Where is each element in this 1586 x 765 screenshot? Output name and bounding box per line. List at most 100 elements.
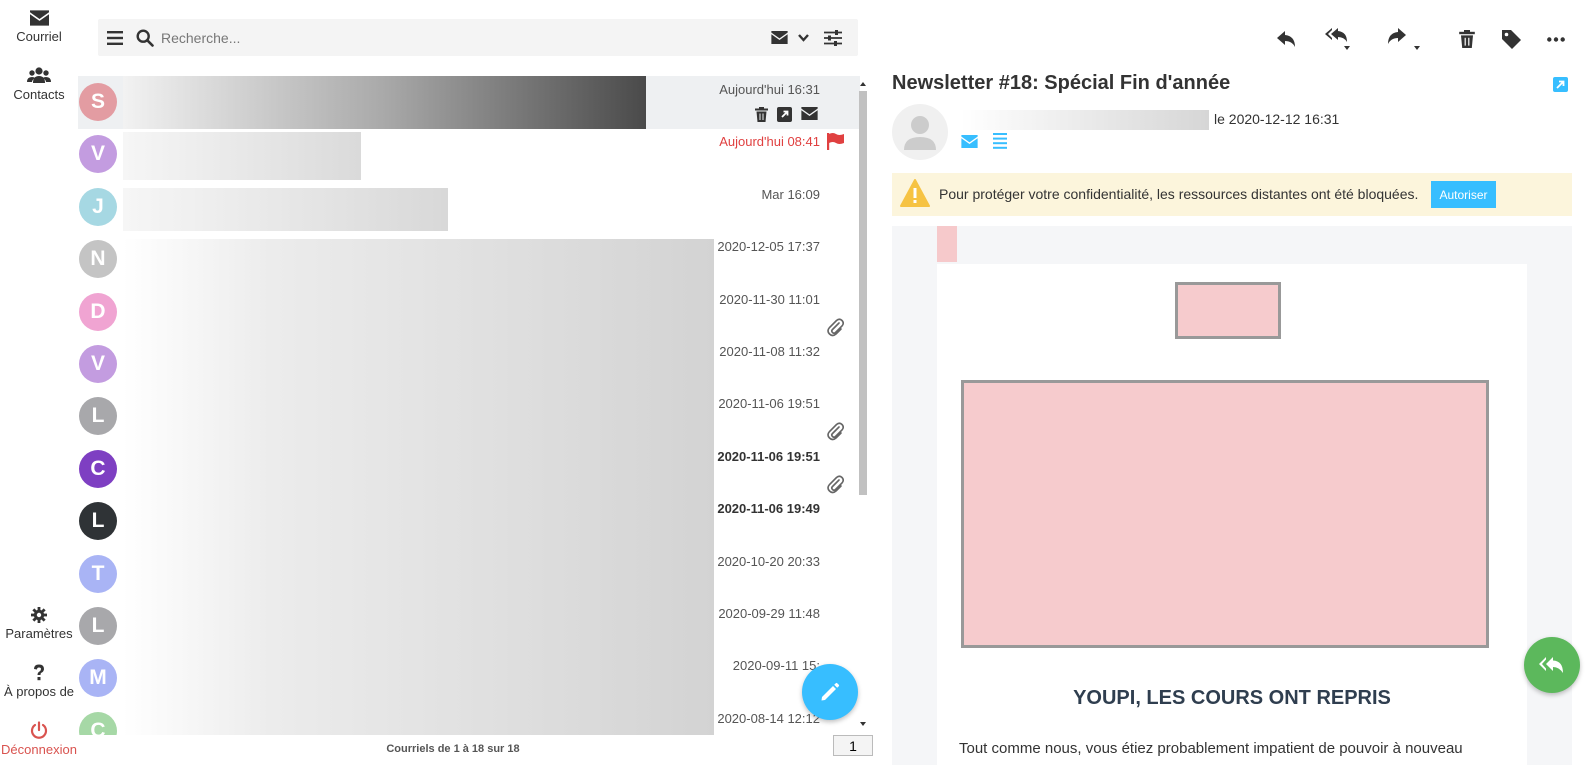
reply-fab[interactable] [1524, 637, 1580, 693]
message-date: 2020-12-05 17:37 [717, 239, 820, 255]
message-date: 2020-08-14 12:12 [717, 710, 820, 726]
nav-logout[interactable]: Déconnexion [0, 721, 78, 757]
tag-button[interactable] [1502, 26, 1521, 52]
row-actions [755, 107, 818, 122]
message-preview: Newsletter #18: Spécial Fin d'année le 2… [892, 0, 1586, 765]
envelope-icon[interactable] [961, 135, 978, 153]
message-date: le 2020-12-12 16:31 [1214, 111, 1340, 127]
avatar: J [79, 187, 117, 226]
message-body: YOUPI, LES COURS ONT REPRIS Tout comme n… [892, 226, 1572, 765]
message-subject: Newsletter #18: Spécial Fin d'année [892, 72, 1231, 94]
message-date: 2020-11-06 19:49 [717, 501, 820, 517]
paperclip-icon [827, 475, 844, 494]
reply-button[interactable] [1277, 26, 1297, 52]
flag-icon[interactable] [827, 133, 844, 151]
redacted-region [123, 132, 361, 180]
warning-icon [900, 179, 930, 212]
more-icon [1547, 36, 1565, 42]
message-date: 2020-11-06 19:51 [717, 448, 820, 464]
blocked-image-placeholder [961, 380, 1489, 648]
message-date: Aujourd'hui 08:41 [719, 134, 820, 150]
trash-icon [1459, 30, 1475, 48]
trash-icon[interactable] [755, 107, 768, 122]
message-date: Aujourd'hui 16:31 [719, 82, 820, 97]
message-date: 2020-09-29 11:48 [718, 606, 820, 621]
nav-mail-label: Courriel [16, 29, 62, 44]
list-footer: Courriels de 1 à 18 sur 18 [78, 735, 873, 765]
list-scrollbar[interactable] [858, 80, 868, 731]
message-date: Mar 16:09 [761, 186, 820, 202]
message-count: Courriels de 1 à 18 sur 18 [386, 743, 520, 755]
tag-icon [1502, 29, 1521, 49]
message-date: 2020-11-08 11:32 [719, 344, 820, 359]
more-button[interactable] [1547, 26, 1565, 52]
question-icon [34, 664, 44, 681]
avatar: C [79, 711, 117, 735]
nav-mail[interactable]: Courriel [0, 10, 78, 44]
forward-icon [1388, 28, 1420, 50]
paperclip-icon [827, 318, 844, 336]
delete-button[interactable] [1459, 26, 1475, 52]
nav-about-label: À propos de [3, 684, 75, 699]
reply-all-icon [1539, 657, 1563, 673]
mail-app: Courriel Contacts Paramètres À propos de… [0, 0, 1586, 765]
pencil-icon [821, 682, 840, 701]
avatar: D [79, 292, 117, 331]
avatar: T [79, 554, 117, 593]
avatar: V [79, 345, 117, 383]
remote-content-warning: Pour protéger votre confidentialité, les… [892, 173, 1572, 216]
search-icon[interactable] [134, 19, 156, 56]
message-date: 2020-09-11 15: [732, 658, 820, 674]
reply-all-button[interactable] [1325, 26, 1351, 52]
page-number-input[interactable] [833, 735, 873, 756]
avatar: V [79, 135, 117, 174]
avatar: S [79, 83, 117, 121]
newsletter-body-text: Tout comme nous, vous étiez probablement… [959, 740, 1463, 757]
main-nav: Courriel Contacts Paramètres À propos de… [0, 0, 78, 765]
avatar: M [79, 659, 117, 698]
avatar: L [79, 502, 117, 541]
avatar: L [79, 397, 117, 436]
avatar: N [79, 240, 117, 279]
nav-settings[interactable]: Paramètres [0, 607, 78, 641]
search-bar [98, 19, 858, 56]
blocked-image-placeholder [1175, 282, 1281, 339]
search-input[interactable] [161, 19, 721, 56]
envelope-filter-icon[interactable] [768, 19, 790, 56]
paperclip-icon [827, 422, 844, 441]
users-icon [27, 67, 51, 83]
reply-icon [1277, 31, 1295, 47]
avatar: L [79, 607, 117, 645]
reply-all-icon [1325, 28, 1350, 50]
redacted-region [123, 188, 448, 231]
redacted-region [123, 239, 714, 735]
avatar: C [79, 449, 117, 488]
message-date: 2020-11-06 19:51 [718, 396, 820, 412]
nav-logout-label: Déconnexion [1, 742, 77, 757]
redacted-region [123, 76, 646, 129]
gear-icon [31, 607, 47, 623]
newsletter-headline: YOUPI, LES COURS ONT REPRIS [1073, 687, 1391, 709]
message-date: 2020-11-30 11:01 [719, 291, 820, 307]
open-in-window-icon[interactable] [1553, 77, 1568, 97]
nav-contacts[interactable]: Contacts [0, 67, 78, 102]
nav-about[interactable]: À propos de [0, 664, 78, 699]
redacted-sender [961, 110, 1209, 130]
blocked-image-placeholder [937, 226, 957, 262]
filter-options-icon[interactable] [822, 19, 844, 56]
chevron-down-icon[interactable] [795, 19, 811, 56]
compose-button[interactable] [802, 664, 858, 720]
sender-avatar [892, 104, 948, 160]
envelope-icon[interactable] [801, 107, 818, 120]
envelope-icon [29, 10, 49, 26]
headers-list-icon[interactable] [993, 133, 1007, 154]
nav-contacts-label: Contacts [13, 87, 65, 102]
warning-text: Pour protéger votre confidentialité, les… [939, 186, 1419, 202]
newsletter-content: YOUPI, LES COURS ONT REPRIS Tout comme n… [937, 264, 1527, 765]
nav-settings-label: Paramètres [5, 626, 73, 641]
message-date: 2020-10-20 20:33 [717, 553, 820, 569]
forward-button[interactable] [1386, 26, 1422, 52]
open-external-icon[interactable] [777, 107, 792, 122]
allow-remote-button[interactable]: Autoriser [1431, 181, 1496, 208]
menu-icon[interactable] [102, 19, 128, 56]
